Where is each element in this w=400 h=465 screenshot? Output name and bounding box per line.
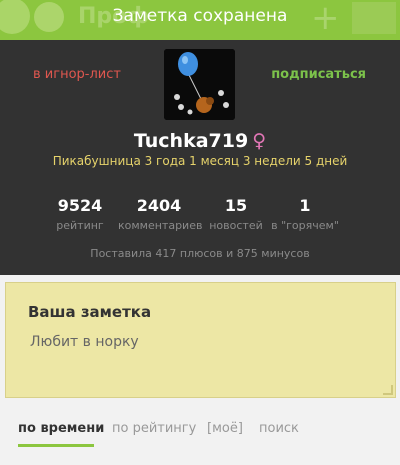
votes-summary: Поставила 417 плюсов и 875 минусов [90, 247, 310, 260]
active-tab-indicator [18, 444, 94, 447]
stat-value: 15 [224, 196, 248, 215]
top-bar: Проф + Заметка сохранена [0, 0, 400, 40]
stat-rating: 9524 рейтинг [40, 196, 120, 232]
profile-panel: в игнор-лист подписаться Tuchka719 ♀ Пика… [0, 40, 400, 275]
resize-handle-icon[interactable] [383, 385, 393, 395]
avatar-image [164, 49, 235, 120]
note-title: Ваша заметка [28, 303, 152, 321]
ignore-list-button[interactable]: в игнор-лист [33, 67, 121, 82]
note-text: Любит в норку [30, 334, 139, 350]
tab-by-rating[interactable]: по рейтингу [112, 421, 196, 436]
stat-label: в "горячем" [271, 219, 339, 232]
subscribe-button[interactable]: подписаться [271, 67, 366, 82]
account-age: Пикабушница 3 года 1 месяц 3 недели 5 дн… [52, 154, 348, 168]
username-row: Tuchka719 ♀ [0, 130, 400, 152]
toast-message: Заметка сохранена [112, 6, 288, 26]
stat-label: новостей [209, 219, 263, 232]
tab-search[interactable]: поиск [259, 421, 299, 436]
stat-posts: 15 новостей [205, 196, 267, 232]
tab-label: по времени [18, 421, 105, 436]
tab-mine[interactable]: [моё] [207, 421, 243, 436]
stat-label: рейтинг [56, 219, 104, 232]
stat-value: 9524 [57, 196, 103, 215]
stat-label: комментариев [118, 219, 203, 232]
female-icon: ♀ [252, 130, 267, 152]
stat-value: 2404 [136, 196, 182, 215]
stats-row: 9524 рейтинг 2404 комментариев 15 новост… [40, 196, 370, 236]
username: Tuchka719 [133, 130, 249, 152]
tab-by-time[interactable]: по времени [18, 421, 105, 447]
avatar[interactable] [164, 49, 235, 120]
stat-hot: 1 в "горячем" [270, 196, 340, 232]
user-note[interactable]: Ваша заметка Любит в норку [5, 282, 396, 398]
stat-value: 1 [299, 196, 311, 215]
stat-comments: 2404 комментариев [118, 196, 203, 232]
